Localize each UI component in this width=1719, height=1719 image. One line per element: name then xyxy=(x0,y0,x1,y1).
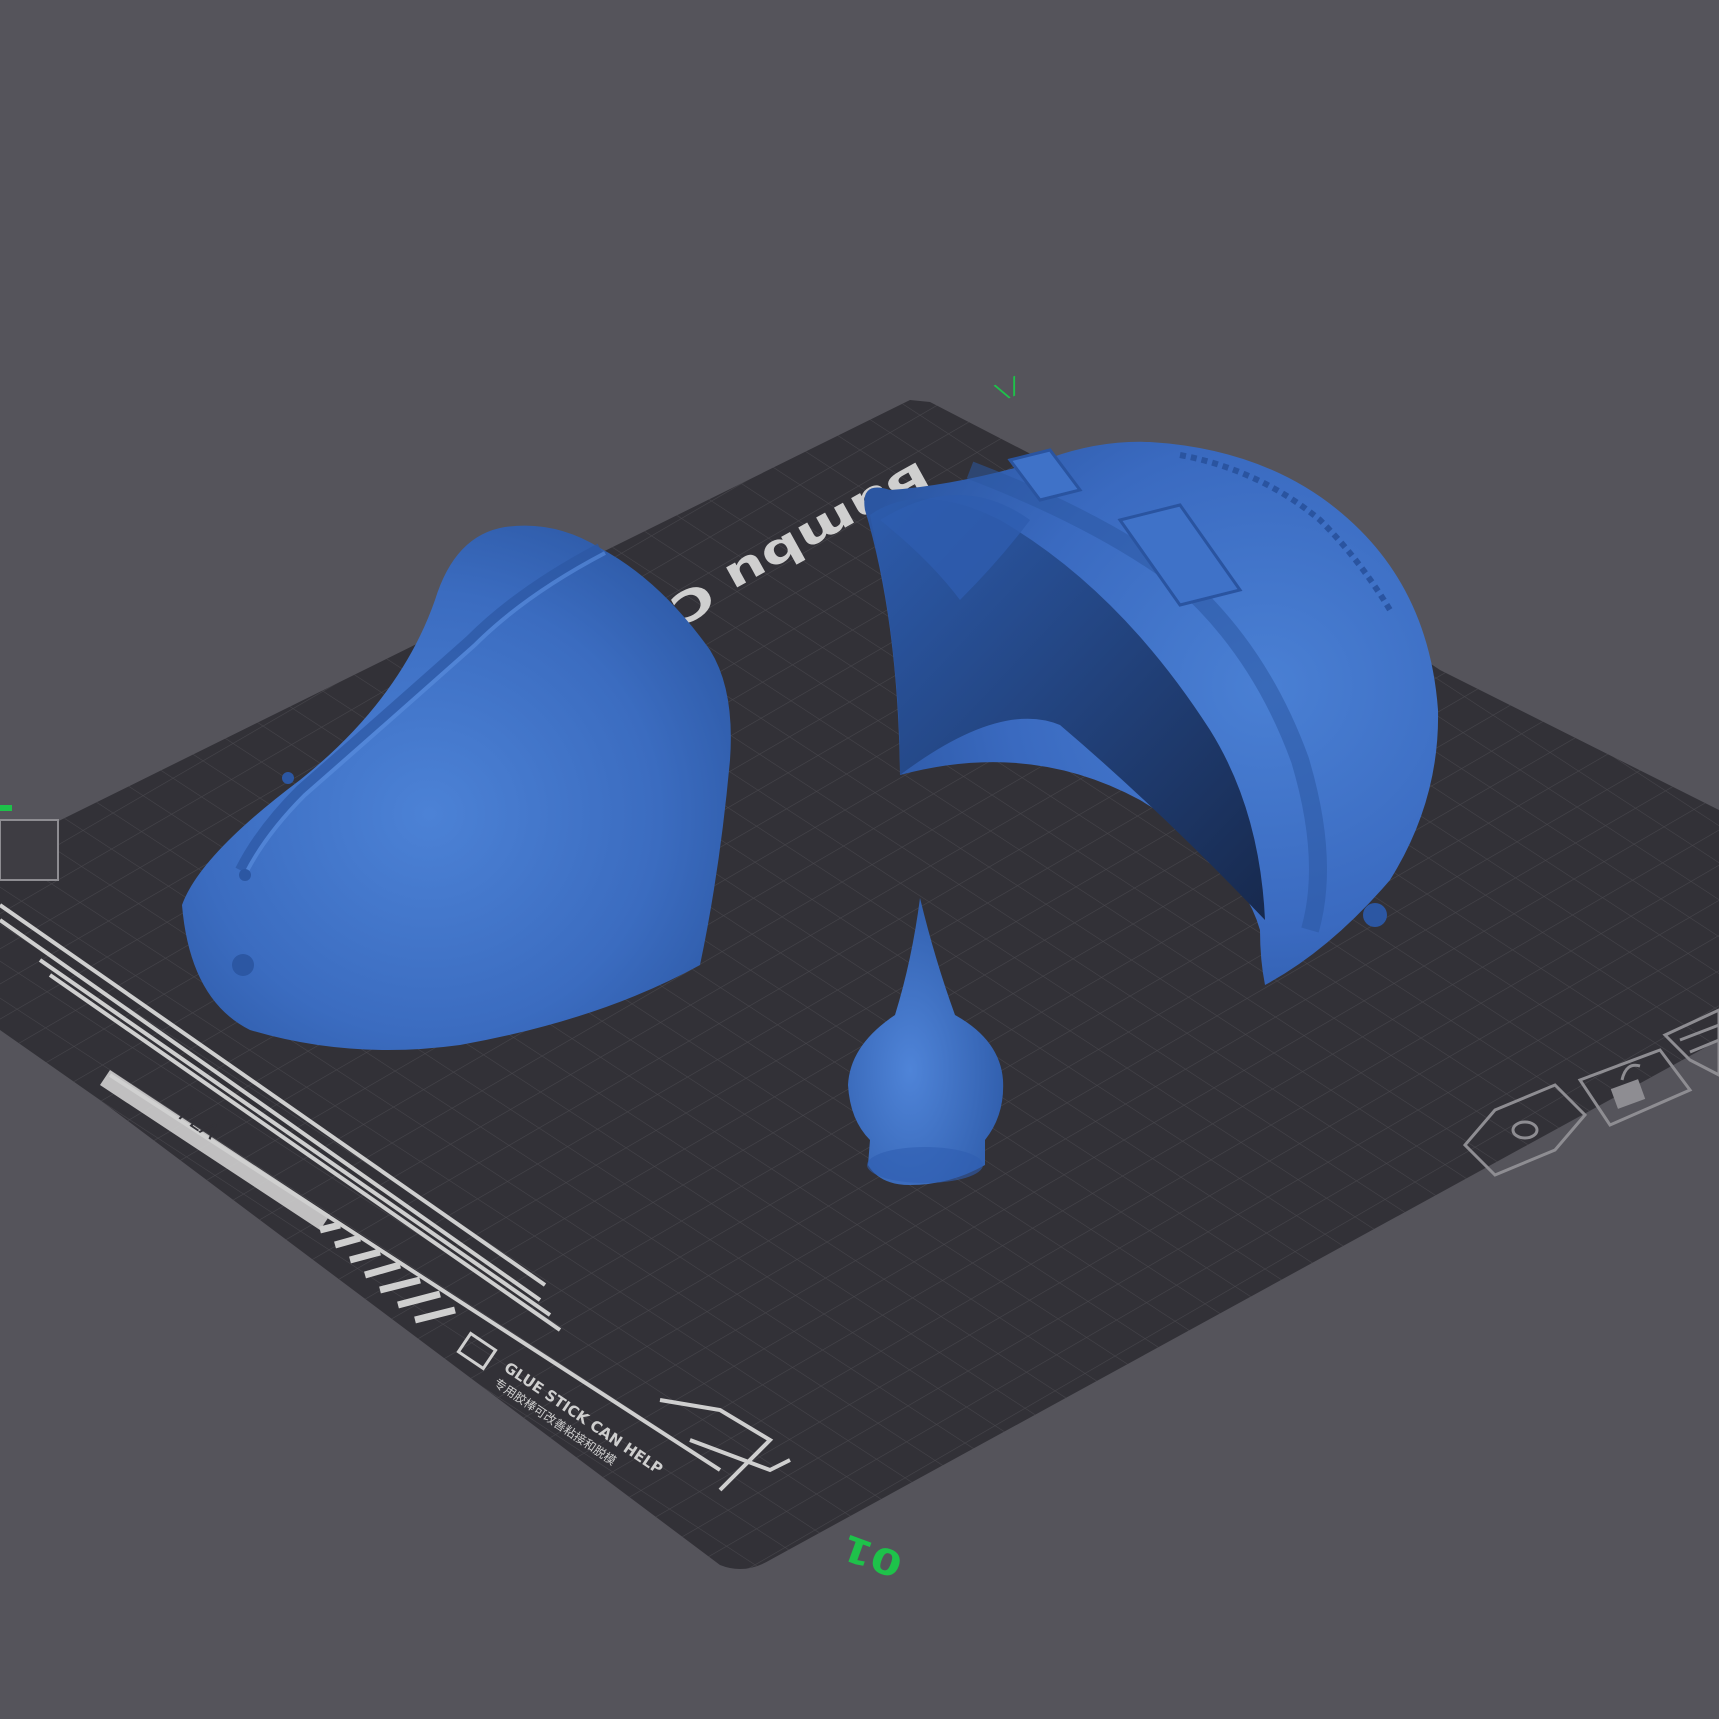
plate-number: 01 xyxy=(837,1526,908,1585)
3d-viewport[interactable]: Bambu Cool \/ 01 PLA GLUE STICK CAN HELP… xyxy=(0,0,1719,1719)
axis-marker-left xyxy=(0,805,12,811)
viewport-canvas[interactable]: Bambu Cool \/ 01 PLA GLUE STICK CAN HELP… xyxy=(0,0,1719,1719)
plate-corner-tile xyxy=(0,819,59,881)
axis-mark-top: \/ xyxy=(991,372,1026,406)
